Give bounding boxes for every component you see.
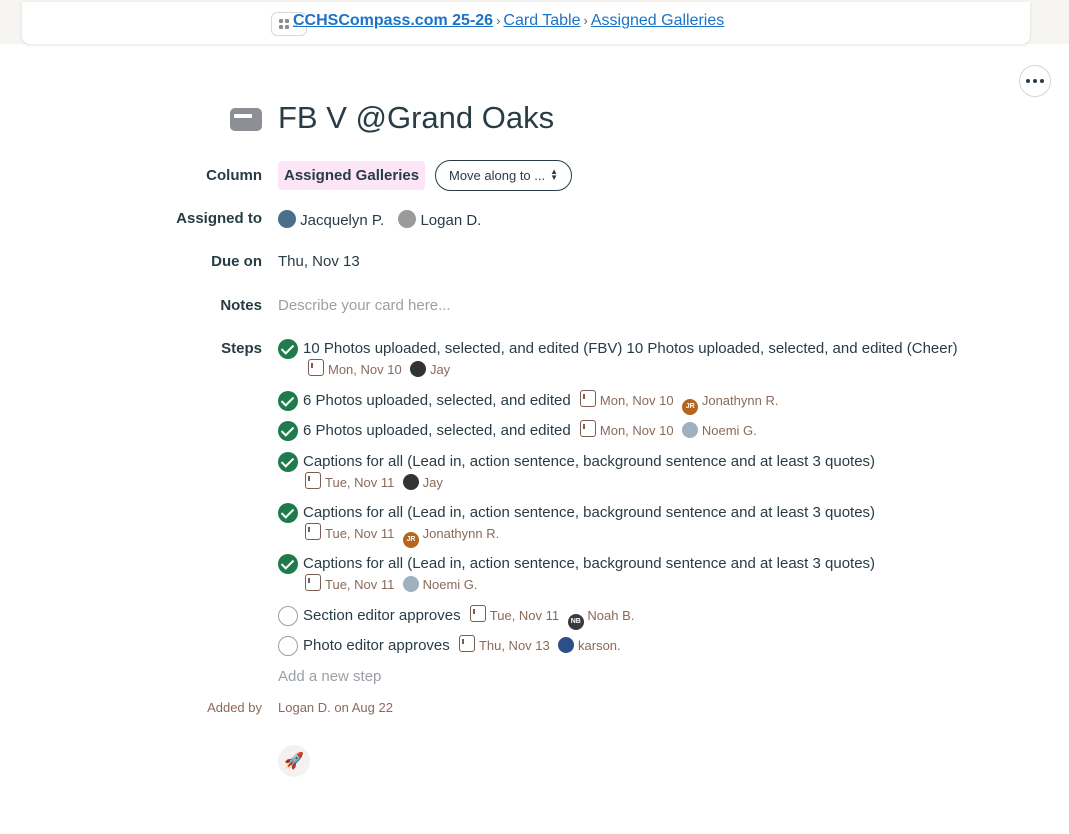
step-date: Tue, Nov 11 — [325, 475, 395, 490]
avatar — [398, 210, 417, 228]
unchecked-circle-icon[interactable] — [278, 636, 298, 656]
added-by-label: Added by — [207, 700, 262, 715]
due-date[interactable]: Thu, Nov 13 — [278, 253, 360, 270]
avatar: NB — [567, 614, 584, 630]
step-assignee: Jay — [429, 362, 451, 377]
step-meta: Mon, Nov 10 JR Jonathynn R. — [578, 390, 779, 415]
more-icon — [1026, 79, 1030, 83]
step-text: Captions for all (Lead in, action senten… — [303, 555, 876, 572]
step-meta: Tue, Nov 11 JR Jonathynn R. — [303, 523, 500, 548]
assignees[interactable]: Jacquelyn P. Logan D. — [278, 210, 491, 229]
assignee-name: Logan D. — [420, 212, 482, 229]
notes-input[interactable]: Describe your card here... — [278, 297, 451, 314]
step-text: Captions for all (Lead in, action senten… — [303, 504, 876, 521]
avatar — [682, 422, 699, 438]
notes-label: Notes — [220, 297, 262, 314]
step-assignee: Jonathynn R. — [422, 526, 500, 541]
boost-icon: 🚀 — [284, 753, 304, 770]
step-text: 10 Photos uploaded, selected, and edited… — [303, 340, 958, 357]
step-text: 6 Photos uploaded, selected, and edited — [303, 422, 571, 439]
step-date: Mon, Nov 10 — [599, 423, 674, 438]
calendar-icon — [308, 359, 324, 376]
updown-icon: ▲ ▼ — [550, 167, 558, 182]
step-date: Thu, Nov 13 — [478, 638, 550, 653]
step-assignee: Noemi G. — [422, 577, 478, 592]
step-date: Tue, Nov 11 — [325, 526, 395, 541]
column-badge: Assigned Galleries — [278, 161, 426, 190]
add-step-input[interactable]: Add a new step — [278, 668, 381, 685]
step-assignee: karson. — [578, 638, 621, 653]
step-assignee: Jay — [422, 475, 443, 490]
avatar — [558, 637, 575, 653]
calendar-icon — [305, 472, 321, 489]
breadcrumb-column-link[interactable]: Assigned Galleries — [591, 12, 724, 29]
check-icon[interactable] — [278, 503, 298, 523]
calendar-icon — [469, 605, 486, 622]
breadcrumb: CCHSCompass.com 25-26 › Card Table › Assigne… — [293, 12, 724, 30]
breadcrumb-project-link[interactable]: CCHSCompass.com 25-26 — [293, 12, 493, 29]
added-by-value: Logan D. on Aug 22 — [278, 700, 393, 715]
step-meta: Thu, Nov 13 karson. — [457, 635, 621, 653]
breadcrumb-separator: › — [583, 13, 588, 28]
unchecked-circle-icon[interactable] — [278, 606, 298, 626]
column-label: Column — [206, 167, 262, 184]
check-icon[interactable] — [278, 452, 298, 472]
move-along-label: Move along to ... — [449, 168, 546, 183]
breadcrumb-tool-link[interactable]: Card Table — [503, 12, 580, 29]
card-title[interactable]: FB V @Grand Oaks — [278, 100, 554, 136]
avatar — [278, 210, 296, 228]
assigned-label: Assigned to — [176, 210, 262, 227]
avatar: JR — [403, 532, 419, 548]
grid-icon — [279, 19, 290, 29]
step-text: Captions for all (Lead in, action senten… — [303, 453, 876, 470]
calendar-icon — [305, 574, 321, 591]
due-label: Due on — [211, 253, 262, 270]
step-date: Tue, Nov 11 — [325, 577, 395, 592]
avatar — [403, 576, 419, 592]
calendar-icon — [458, 635, 475, 652]
step-text: Photo editor approves — [303, 637, 450, 654]
step-date: Mon, Nov 10 — [328, 362, 402, 377]
step-meta: Mon, Nov 10 Jay — [306, 359, 451, 377]
step-text: 6 Photos uploaded, selected, and edited — [303, 392, 571, 409]
step-date: Tue, Nov 11 — [489, 608, 560, 623]
step-assignee: Noah B. — [587, 608, 635, 623]
calendar-icon — [579, 390, 596, 407]
avatar — [403, 474, 419, 490]
step-meta: Tue, Nov 11 Noemi G. — [303, 574, 478, 592]
check-icon[interactable] — [278, 421, 298, 441]
more-options-button[interactable] — [1019, 65, 1051, 97]
step-date: Mon, Nov 10 — [599, 393, 674, 408]
check-icon[interactable] — [278, 339, 298, 359]
assignee[interactable]: Logan D. — [398, 210, 482, 229]
step-assignee: Jonathynn R. — [701, 393, 779, 408]
step-text: Section editor approves — [303, 607, 461, 624]
check-icon[interactable] — [278, 554, 298, 574]
move-along-select[interactable]: Move along to ... ▲ ▼ — [435, 160, 572, 191]
avatar: JR — [682, 399, 699, 415]
calendar-icon — [305, 523, 321, 540]
avatar — [410, 361, 427, 377]
calendar-icon — [579, 420, 596, 437]
step-meta: Tue, Nov 11 NB Noah B. — [468, 605, 635, 630]
check-icon[interactable] — [278, 391, 298, 411]
step-assignee: Noemi G. — [701, 423, 757, 438]
card-icon — [230, 108, 262, 131]
steps-label: Steps — [221, 340, 262, 357]
boost-button[interactable]: 🚀 — [278, 745, 310, 777]
step-meta: Tue, Nov 11 Jay — [303, 472, 443, 490]
assignee[interactable]: Jacquelyn P. — [278, 210, 385, 229]
assignee-name: Jacquelyn P. — [300, 212, 385, 229]
step-meta: Mon, Nov 10 Noemi G. — [578, 420, 757, 438]
breadcrumb-separator: › — [496, 13, 501, 28]
